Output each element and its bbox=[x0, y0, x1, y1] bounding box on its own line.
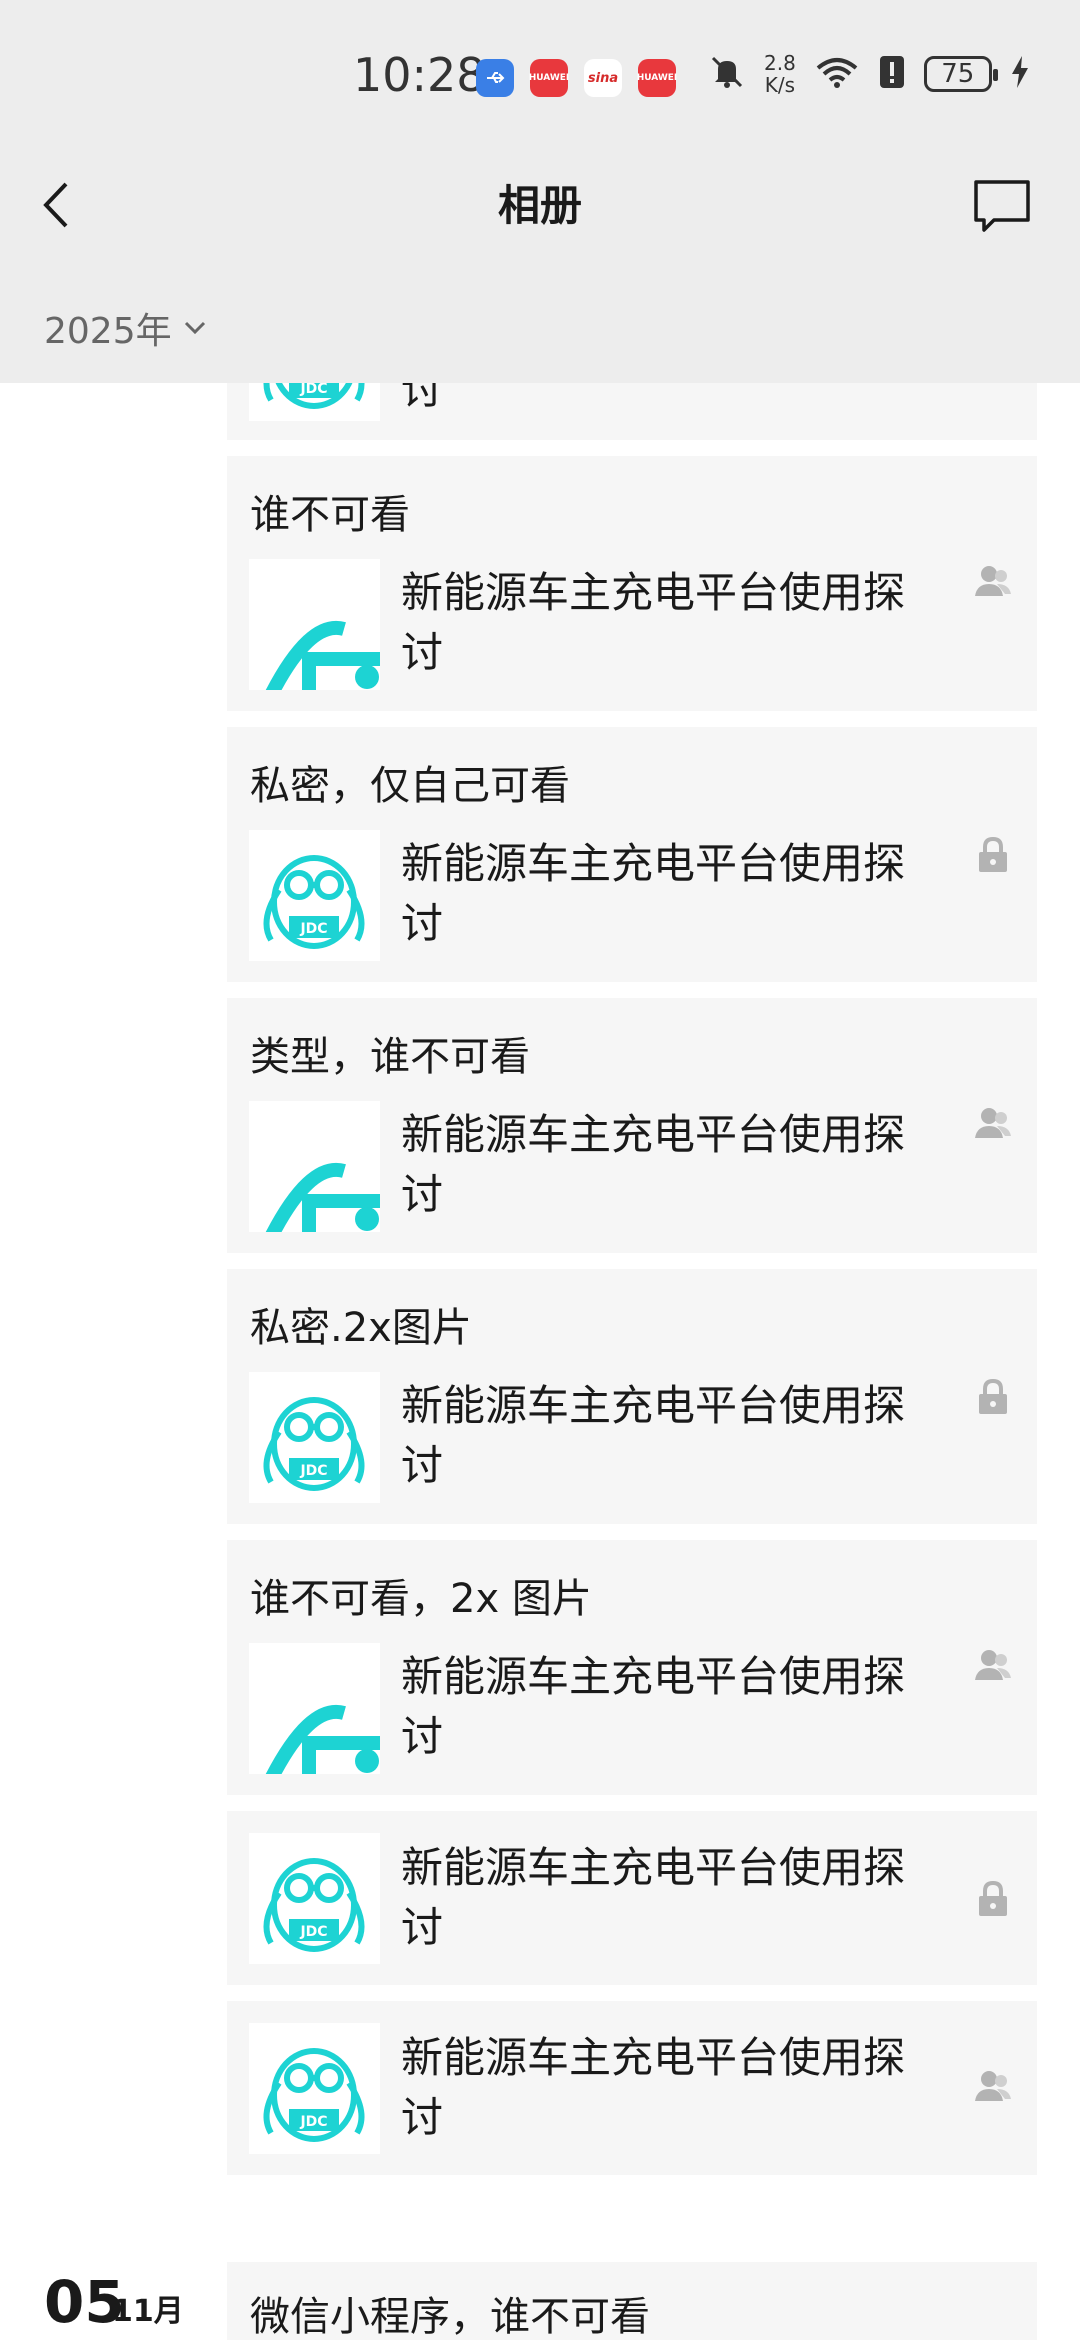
post-thumbnail: JDC bbox=[249, 1833, 380, 1964]
lock-icon bbox=[973, 835, 1013, 875]
post-caption: 谁不可看 bbox=[250, 492, 410, 538]
post-title: 新能源车主充电平台使用探讨 bbox=[401, 1381, 906, 1490]
post-title: 新能源车主充电平台使用探讨 bbox=[401, 1843, 906, 1952]
comment-button[interactable] bbox=[972, 178, 1032, 234]
post-thumbnail: JDC bbox=[249, 830, 380, 961]
people-icon bbox=[973, 1104, 1013, 1144]
huawei-app-icon: HUAWEI bbox=[529, 59, 569, 97]
post-thumbnail bbox=[249, 559, 380, 690]
people-icon bbox=[973, 562, 1013, 602]
chevron-down-icon bbox=[184, 321, 205, 335]
post-caption: 微信小程序，谁不可看 bbox=[250, 2294, 650, 2340]
post-card[interactable]: JDC 新能源车主充电平台使用探讨 bbox=[227, 1811, 1037, 1985]
people-icon bbox=[973, 1646, 1013, 1686]
lock-icon bbox=[973, 1879, 1013, 1919]
svg-text:JDC: JDC bbox=[299, 1463, 327, 1479]
svg-text:JDC: JDC bbox=[299, 2114, 327, 2130]
svg-text:JDC: JDC bbox=[299, 1924, 327, 1940]
post-card[interactable]: 谁不可看，2x 图片 新能源车主充电平台使用探讨 bbox=[227, 1540, 1037, 1795]
post-title: 新能源车主充电平台使用探讨 bbox=[401, 568, 906, 677]
post-caption: 类型，谁不可看 bbox=[250, 1034, 530, 1080]
mute-icon bbox=[708, 53, 746, 95]
svg-text:JDC: JDC bbox=[299, 381, 327, 397]
post-card[interactable]: 私密，仅自己可看 JDC 新能源车主充电平台使用探讨 bbox=[227, 727, 1037, 982]
date-month: 11月 bbox=[112, 2294, 184, 2329]
alert-icon bbox=[878, 54, 906, 94]
post-title: 新能源车主充电平台使用探讨 bbox=[401, 1110, 906, 1219]
network-speed: 2.8 K/s bbox=[764, 51, 796, 97]
post-card[interactable]: 类型，谁不可看 新能源车主充电平台使用探讨 bbox=[227, 998, 1037, 1253]
post-card[interactable]: 谁不可看 新能源车主充电平台使用探讨 bbox=[227, 456, 1037, 711]
year-label: 2025年 bbox=[44, 311, 172, 352]
page-title: 相册 bbox=[497, 181, 582, 230]
comment-icon bbox=[974, 180, 1030, 232]
header: 10:28 HUAWEI sina HUAWEI 2.8 K/s 75 相册 2… bbox=[0, 0, 1080, 383]
post-caption: 私密.2x图片 bbox=[250, 1305, 472, 1351]
status-bar: 10:28 HUAWEI sina HUAWEI 2.8 K/s 75 bbox=[0, 0, 1080, 140]
post-card[interactable]: 私密.2x图片 JDC 新能源车主充电平台使用探讨 bbox=[227, 1269, 1037, 1524]
status-time: 10:28 bbox=[353, 48, 486, 102]
system-status: 2.8 K/s 75 bbox=[708, 52, 1030, 96]
post-title: 新能源车主充电平台使用探讨 bbox=[401, 839, 906, 948]
post-card[interactable]: JDC 新能源车主充电平台使用探讨 bbox=[227, 2001, 1037, 2175]
post-title: 新能源车主充电平台使用探讨 bbox=[401, 2033, 906, 2142]
wifi-icon bbox=[814, 54, 860, 94]
notification-icons: HUAWEI sina HUAWEI bbox=[476, 59, 677, 97]
lock-icon bbox=[973, 1377, 1013, 1417]
charging-icon bbox=[1010, 54, 1030, 94]
post-title: 新能源车主充电平台使用探讨 bbox=[401, 1652, 906, 1761]
sina-app-icon: sina bbox=[584, 59, 622, 97]
people-icon bbox=[973, 2067, 1013, 2107]
huawei-app-icon: HUAWEI bbox=[637, 59, 677, 97]
post-thumbnail bbox=[249, 1643, 380, 1774]
usb-icon bbox=[476, 59, 514, 97]
post-caption: 谁不可看，2x 图片 bbox=[250, 1576, 592, 1622]
post-thumbnail: JDC bbox=[249, 1372, 380, 1503]
svg-text:JDC: JDC bbox=[299, 921, 327, 937]
post-thumbnail: JDC bbox=[249, 2023, 380, 2154]
post-thumbnail bbox=[249, 1101, 380, 1232]
year-filter[interactable]: 2025年 bbox=[44, 302, 206, 354]
battery-indicator: 75 bbox=[923, 56, 998, 92]
post-caption: 私密，仅自己可看 bbox=[250, 763, 570, 809]
post-card[interactable]: 微信小程序，谁不可看 bbox=[227, 2262, 1037, 2340]
